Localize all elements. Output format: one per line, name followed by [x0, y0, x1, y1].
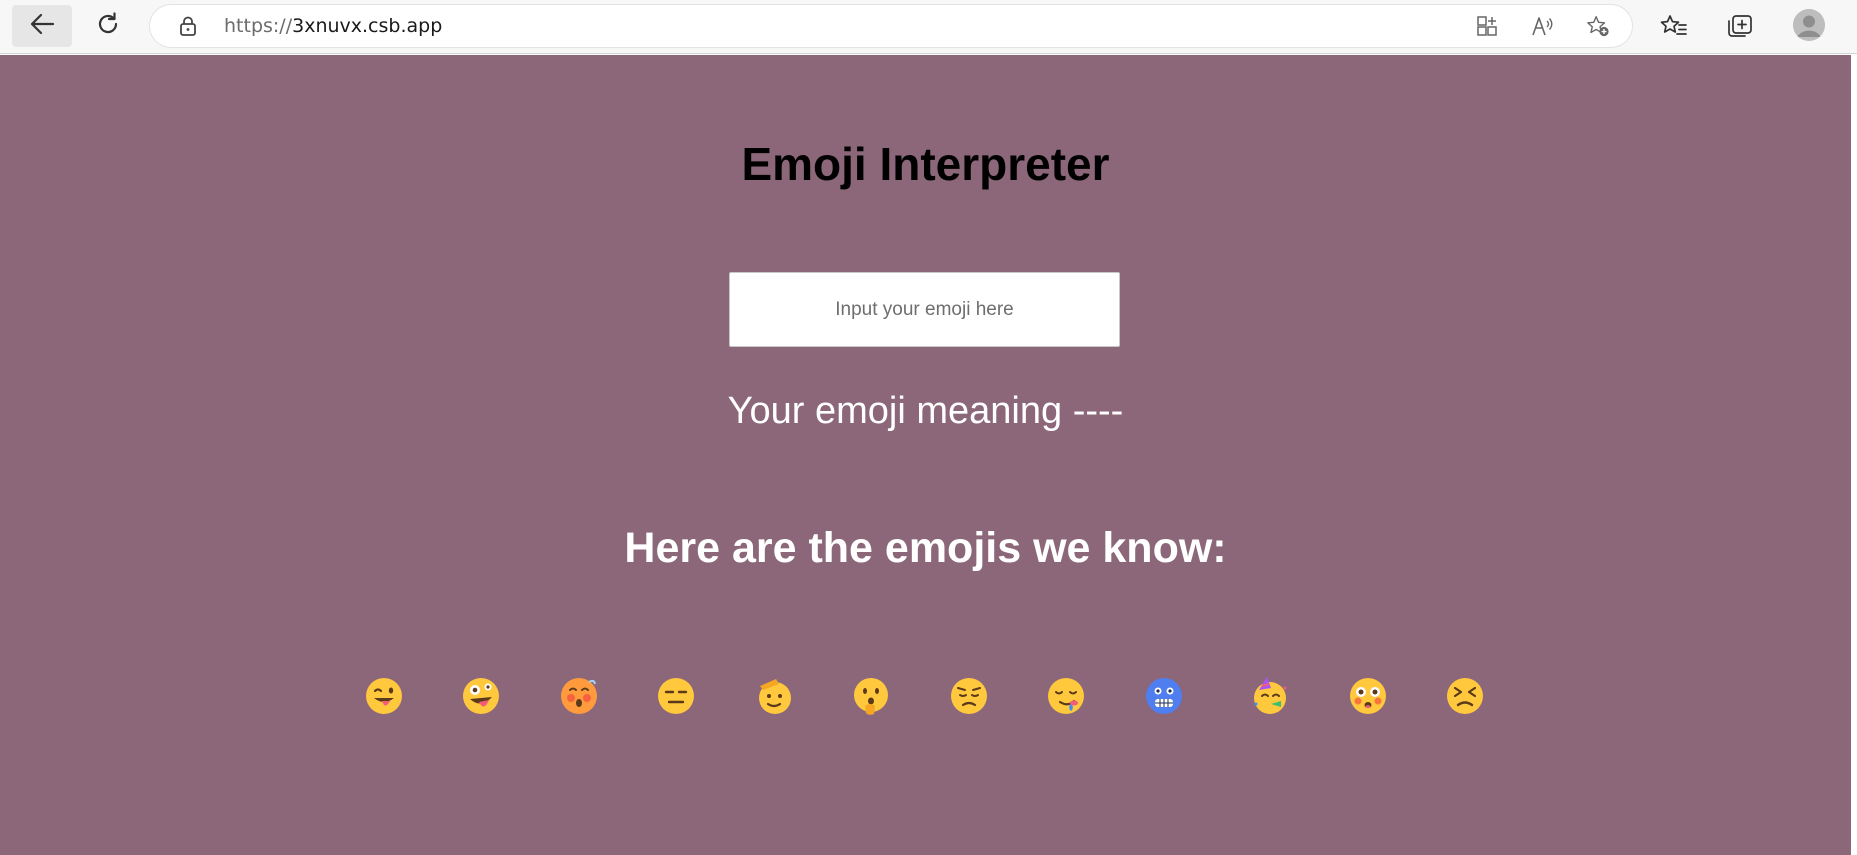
url-host: 3xnuvx.csb.app	[292, 15, 443, 37]
known-emoji-list	[0, 676, 1851, 718]
emoji-meaning-output: Your emoji meaning ----	[727, 390, 1124, 432]
sleepy-drooling-face-icon[interactable]	[1046, 676, 1086, 716]
face-with-hand-over-mouth-icon[interactable]	[851, 676, 891, 716]
emoji-input[interactable]	[729, 272, 1120, 347]
expressionless-face-icon[interactable]	[656, 676, 696, 716]
refresh-icon	[95, 11, 121, 42]
known-emojis-heading: Here are the emojis we know:	[624, 524, 1227, 572]
address-bar[interactable]: https://3xnuvx.csb.app	[150, 5, 1632, 47]
back-arrow-icon	[29, 13, 55, 40]
pensive-worried-face-icon[interactable]	[949, 676, 989, 716]
app-available-icon[interactable]	[1475, 14, 1499, 38]
saluting-face-icon[interactable]	[754, 676, 794, 716]
page-content: Emoji Interpreter Your emoji meaning ---…	[0, 55, 1851, 855]
profile-avatar-icon[interactable]	[1793, 9, 1825, 41]
add-favorite-icon[interactable]	[1586, 14, 1610, 38]
flushed-face-icon[interactable]	[1348, 676, 1388, 716]
lock-icon[interactable]	[178, 16, 198, 36]
partying-face-icon[interactable]	[1250, 676, 1290, 716]
refresh-button[interactable]	[78, 5, 138, 47]
url-protocol: https://	[224, 15, 293, 37]
browser-toolbar: https://3xnuvx.csb.app	[0, 0, 1857, 54]
face-exhaling-flushed-icon[interactable]	[559, 676, 599, 716]
page-right-edge	[1851, 55, 1857, 855]
persevering-face-icon[interactable]	[1445, 676, 1485, 716]
collections-icon[interactable]	[1726, 12, 1754, 40]
winking-face-with-tongue-icon[interactable]	[364, 676, 404, 716]
zany-face-icon[interactable]	[461, 676, 501, 716]
back-button[interactable]	[12, 5, 72, 47]
cold-face-icon[interactable]	[1144, 676, 1184, 716]
read-aloud-icon[interactable]	[1531, 14, 1555, 38]
page-title: Emoji Interpreter	[741, 138, 1110, 190]
favorites-icon[interactable]	[1660, 12, 1688, 40]
url-text[interactable]: https://3xnuvx.csb.app	[224, 16, 442, 36]
